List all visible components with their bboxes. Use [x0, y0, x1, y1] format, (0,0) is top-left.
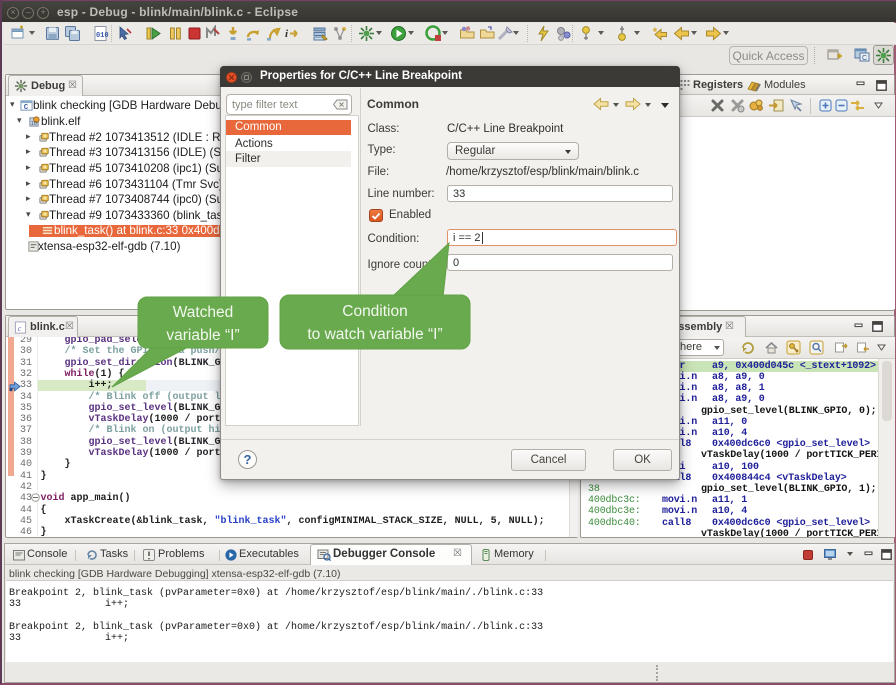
svg-text:c: c	[18, 324, 22, 333]
svg-text:C: C	[862, 55, 867, 62]
svg-text:010: 010	[96, 32, 109, 40]
svg-text:C: C	[24, 104, 29, 112]
svg-text:10: 10	[31, 121, 37, 127]
svg-text:i: i	[285, 28, 289, 40]
